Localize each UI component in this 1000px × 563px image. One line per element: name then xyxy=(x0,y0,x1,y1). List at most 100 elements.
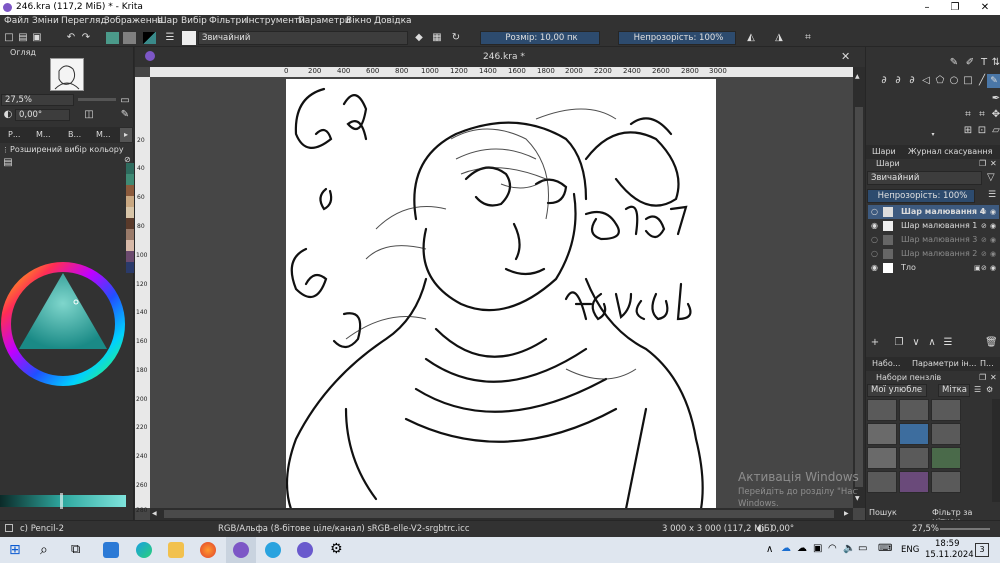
ellipse-icon[interactable]: ○ xyxy=(948,75,960,87)
visibility-eye-icon[interactable]: ○ xyxy=(871,247,878,261)
alpha-lock-icon[interactable]: ⊘ xyxy=(981,247,987,261)
visibility-eye-icon[interactable]: ◉ xyxy=(871,261,878,275)
history-swatch[interactable] xyxy=(126,262,134,273)
text-tool-icon[interactable]: ✎ xyxy=(948,57,960,69)
polyline-icon[interactable]: ◁ xyxy=(920,75,932,87)
layer-row[interactable]: ○ Шар малювання 3 ⊘ ◉ xyxy=(868,233,999,247)
minimize-button[interactable]: – xyxy=(918,1,936,14)
tabs-overflow-arrow-icon[interactable]: ▸ xyxy=(120,128,132,142)
brush-tag-label[interactable]: Мітка xyxy=(938,384,970,397)
visibility-eye-icon[interactable]: ◉ xyxy=(871,219,878,233)
color-value-slider[interactable] xyxy=(0,495,126,507)
menu-window[interactable]: Вікно xyxy=(346,16,372,26)
layer-properties-icon[interactable]: ☰ xyxy=(942,337,954,349)
horizontal-scrollbar[interactable]: ◀ ▶ xyxy=(150,508,853,520)
move-tool-icon[interactable]: ✥ xyxy=(990,109,1000,121)
pin-icon[interactable]: ✎ xyxy=(119,109,131,121)
history-swatch[interactable] xyxy=(126,163,134,174)
layer-row[interactable]: ◉ Тло ▣ ⊘ ◉ xyxy=(868,261,999,275)
menu-settings[interactable]: Параметри xyxy=(298,16,351,26)
delete-layer-icon[interactable]: 🗑 xyxy=(985,337,998,349)
save-icon[interactable]: ▣ xyxy=(31,32,43,44)
layer-name[interactable]: Шар малювання 1 xyxy=(901,219,977,233)
text-icon[interactable]: T xyxy=(978,57,990,69)
brush-preset[interactable] xyxy=(867,399,897,421)
drawing-canvas[interactable] xyxy=(286,79,716,509)
brush-preset[interactable] xyxy=(899,471,929,493)
dyna-brush-icon[interactable]: ✒ xyxy=(990,93,1000,105)
history-swatch[interactable] xyxy=(126,207,134,218)
search-icon[interactable]: ⌕ xyxy=(40,542,48,558)
brush-size-slider[interactable]: Розмір: 10,00 пк xyxy=(480,31,600,45)
microsoft-store-icon[interactable] xyxy=(103,542,119,558)
menu-select[interactable]: Вибір xyxy=(181,16,207,26)
rectangle-icon[interactable]: □ xyxy=(962,75,974,87)
mirror-vertical-icon[interactable]: ◮ xyxy=(773,32,785,44)
history-swatch[interactable] xyxy=(126,240,134,251)
clock-time[interactable]: 18:59 xyxy=(935,539,960,549)
pattern-swatch[interactable] xyxy=(123,32,136,44)
edge-icon[interactable] xyxy=(136,542,152,558)
menu-file[interactable]: Файл xyxy=(4,16,29,26)
move-layer-down-icon[interactable]: ∨ xyxy=(910,337,922,349)
opacity-slider[interactable]: Непрозорість: 100% xyxy=(618,31,736,45)
calligraphy-icon[interactable]: ∂ xyxy=(878,75,890,87)
new-document-icon[interactable]: □ xyxy=(3,32,15,44)
tab-layers[interactable]: Шари xyxy=(872,147,896,156)
zoom-slider[interactable] xyxy=(78,98,116,101)
krita-taskbar-icon[interactable] xyxy=(233,542,249,558)
vertical-scroll-thumb[interactable] xyxy=(855,107,863,487)
telegram-icon[interactable] xyxy=(265,542,281,558)
status-zoom[interactable]: 27,5% xyxy=(912,524,939,534)
keyboard-icon[interactable]: ⌨ xyxy=(878,543,892,554)
notifications-badge[interactable]: 3 xyxy=(975,543,989,557)
layer-row[interactable]: ◉ Шар малювання 1 ⊘ ◉ xyxy=(868,219,999,233)
inherit-alpha-icon[interactable]: ◉ xyxy=(990,233,996,247)
layer-menu-icon[interactable]: ☰ xyxy=(988,190,996,200)
scroll-up-arrow-icon[interactable]: ▲ xyxy=(855,73,863,81)
fg-bg-color-icon[interactable] xyxy=(143,32,156,44)
layer-name[interactable]: Шар малювання 4 xyxy=(901,205,985,219)
layer-blend-mode-select[interactable]: Звичайний xyxy=(867,171,982,185)
duplicate-layer-icon[interactable]: ❐ xyxy=(893,337,905,349)
brush-preset[interactable] xyxy=(931,399,961,421)
history-swatch[interactable] xyxy=(126,251,134,262)
brush-preset-icon[interactable] xyxy=(182,31,196,45)
history-swatch[interactable] xyxy=(126,174,134,185)
inherit-alpha-icon[interactable]: ◉ xyxy=(990,261,996,275)
brush-preset[interactable] xyxy=(867,447,897,469)
task-view-icon[interactable]: ⧉ xyxy=(71,542,80,557)
alpha-lock-icon[interactable]: ⊘ xyxy=(981,233,987,247)
status-rotation[interactable]: 0,00° xyxy=(771,524,794,534)
menu-help[interactable]: Довідка xyxy=(374,16,412,26)
open-document-icon[interactable]: ▤ xyxy=(17,32,29,44)
layer-name[interactable]: Шар малювання 3 xyxy=(901,233,977,247)
dock-grip-icon[interactable]: ⋮ xyxy=(2,146,9,154)
menu-image[interactable]: Зображення xyxy=(104,16,163,26)
polygon-icon[interactable]: ⬠ xyxy=(934,75,946,87)
color-wheel-triangle[interactable] xyxy=(0,261,126,387)
rotation-icon[interactable]: ◐ xyxy=(757,524,764,534)
firefox-icon[interactable] xyxy=(200,542,216,558)
crop-icon[interactable]: ⌗ xyxy=(802,32,814,44)
status-zoom-slider[interactable] xyxy=(940,528,990,530)
battery-icon[interactable]: ▭ xyxy=(858,543,867,554)
scroll-right-arrow-icon[interactable]: ▶ xyxy=(844,510,849,517)
slider-handle[interactable] xyxy=(60,493,63,509)
visibility-eye-icon[interactable]: ○ xyxy=(871,233,878,247)
menu-tools[interactable]: Інструменти xyxy=(246,16,305,26)
vertical-scrollbar[interactable]: ▲ ▼ xyxy=(853,67,865,508)
brush-preset[interactable] xyxy=(867,423,897,445)
alpha-lock-icon[interactable]: ⊘ xyxy=(981,261,987,275)
freehand-brush-icon[interactable]: ✎ xyxy=(987,74,1000,88)
inherit-alpha-icon[interactable]: ◉ xyxy=(990,205,996,219)
freehand-path-icon[interactable]: ∂ xyxy=(892,75,904,87)
maximize-button[interactable]: ❐ xyxy=(946,1,964,14)
windows-start-icon[interactable]: ⊞ xyxy=(9,543,21,557)
transform-icon[interactable]: ⌗ xyxy=(962,109,974,121)
alpha-lock-icon[interactable]: ⊘ xyxy=(981,205,987,219)
brush-grid-scrollbar[interactable] xyxy=(992,399,1000,502)
move-layer-up-icon[interactable]: ∧ xyxy=(926,337,938,349)
history-swatch[interactable] xyxy=(126,229,134,240)
layer-row[interactable]: ○ Шар малювання 4 ⊘ ◉ xyxy=(868,205,999,219)
